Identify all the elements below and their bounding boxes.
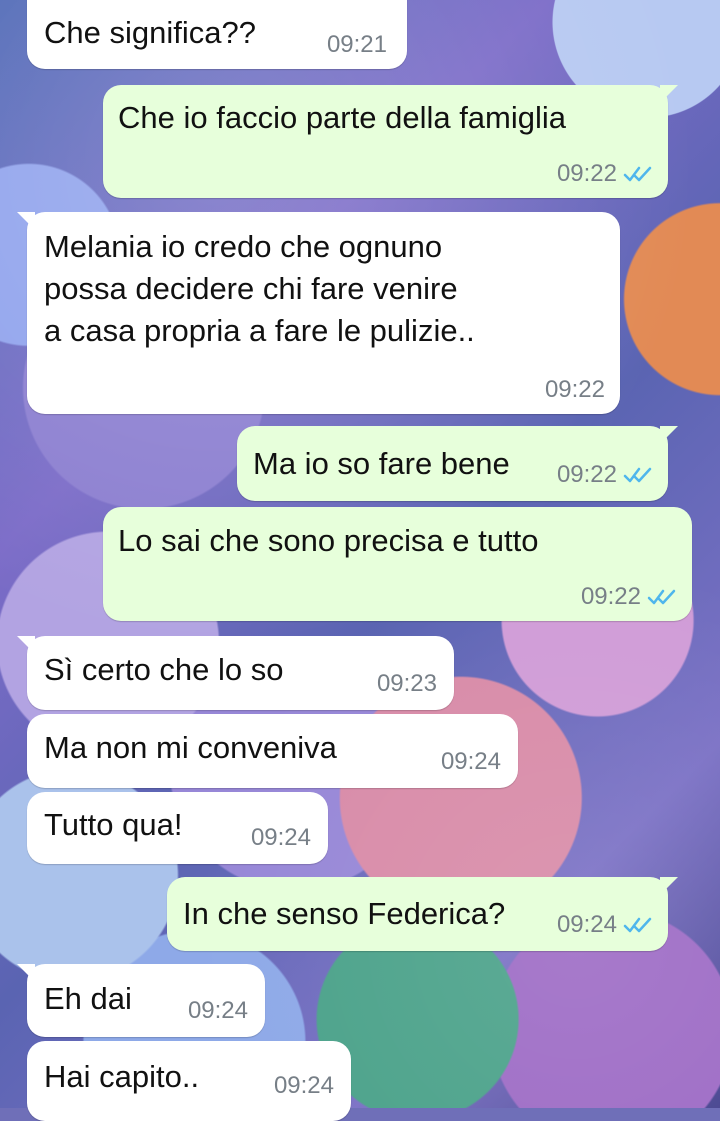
time-text: 09:22 xyxy=(556,160,617,187)
message-text: Ma non mi conveniva xyxy=(44,730,337,765)
time-text: 09:24 xyxy=(440,748,501,775)
message-text: Hai capito.. xyxy=(44,1059,200,1094)
message-time: 09:24 xyxy=(188,997,248,1025)
message-bubble-incoming[interactable]: Sì certo che lo so 09:23 xyxy=(17,636,454,710)
message-text: Che io faccio parte della famiglia xyxy=(118,100,567,135)
time-text: 09:22 xyxy=(544,376,605,403)
double-check-icon xyxy=(647,589,676,605)
message-time: 09:21 xyxy=(327,31,387,59)
message-text: Tutto qua! xyxy=(44,807,183,842)
message-time: 09:24 xyxy=(274,1072,334,1100)
message-time: 09:24 xyxy=(251,824,311,852)
message-bubble-outgoing[interactable]: Lo sai che sono precisa e tutto 09:22 xyxy=(103,507,692,621)
message-time: 09:22 xyxy=(581,583,677,611)
message-time: 09:22 xyxy=(557,160,653,188)
message-bubble-incoming[interactable]: Hai capito.. 09:24 xyxy=(27,1041,351,1121)
time-text: 09:21 xyxy=(326,31,387,58)
double-check-icon xyxy=(623,467,652,483)
message-bubble-outgoing[interactable]: Che io faccio parte della famiglia 09:22 xyxy=(103,85,678,198)
message-bubble-incoming[interactable]: Tutto qua! 09:24 xyxy=(27,792,328,864)
message-time: 09:22 xyxy=(545,376,605,404)
message-time: 09:24 xyxy=(557,911,653,939)
message-bubble-outgoing[interactable]: In che senso Federica? 09:24 xyxy=(167,877,678,951)
message-bubble-incoming[interactable]: Ma non mi conveniva 09:24 xyxy=(27,714,518,788)
time-text: 09:24 xyxy=(556,911,617,938)
message-text: Sì certo che lo so xyxy=(44,652,284,687)
message-text: Melania io credo che ognuno possa decide… xyxy=(44,229,475,348)
message-text: Che significa?? xyxy=(44,15,256,50)
message-bubble-outgoing[interactable]: Ma io so fare bene 09:22 xyxy=(237,426,678,501)
time-text: 09:22 xyxy=(580,583,641,610)
time-text: 09:22 xyxy=(556,461,617,488)
message-bubble-incoming[interactable]: Che significa?? 09:21 xyxy=(27,0,407,69)
message-text: Lo sai che sono precisa e tutto xyxy=(118,523,539,558)
double-check-icon xyxy=(623,917,652,933)
time-text: 09:24 xyxy=(273,1072,334,1099)
message-time: 09:24 xyxy=(441,748,501,776)
double-check-icon xyxy=(623,166,652,182)
message-text: In che senso Federica? xyxy=(183,896,506,931)
message-text: Eh dai xyxy=(44,981,132,1016)
message-time: 09:22 xyxy=(557,461,653,489)
time-text: 09:24 xyxy=(187,997,248,1024)
message-text: Ma io so fare bene xyxy=(253,446,510,481)
message-bubble-incoming[interactable]: Eh dai 09:24 xyxy=(17,964,265,1037)
time-text: 09:24 xyxy=(250,824,311,851)
time-text: 09:23 xyxy=(376,670,437,697)
message-bubble-incoming[interactable]: Melania io credo che ognuno possa decide… xyxy=(17,212,620,414)
message-time: 09:23 xyxy=(377,670,437,698)
